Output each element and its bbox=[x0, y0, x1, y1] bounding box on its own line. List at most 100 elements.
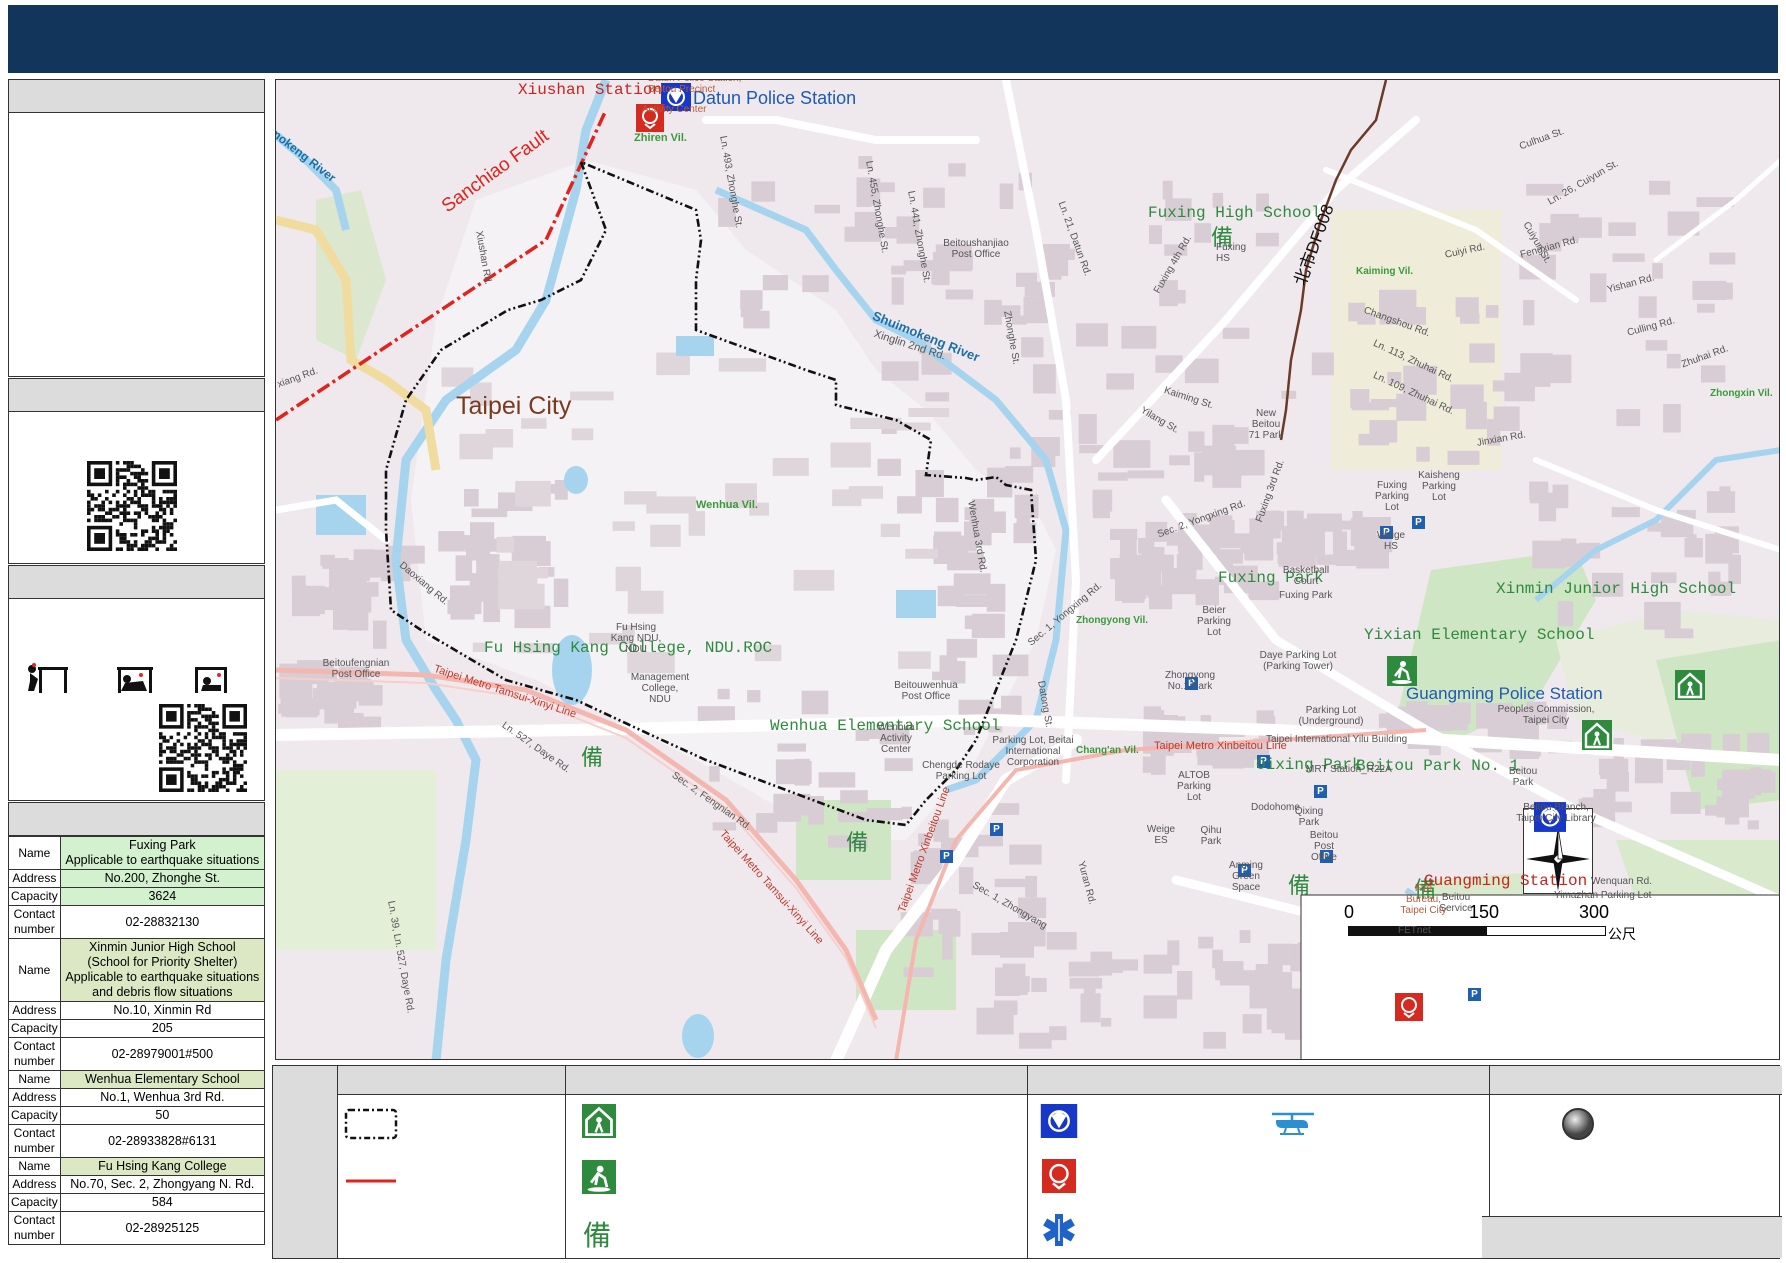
scale-unit: 公尺 bbox=[1608, 926, 1636, 942]
building-shape bbox=[1198, 936, 1214, 949]
management-label: Management College, NDU bbox=[630, 672, 690, 705]
building-shape bbox=[1759, 771, 1776, 793]
beitoufengnian-label: Beitoufengnian Post Office bbox=[322, 658, 390, 680]
building-shape bbox=[1147, 589, 1168, 598]
building-shape bbox=[945, 289, 974, 300]
qixing-label: Qixing Park bbox=[1294, 806, 1324, 828]
building-shape bbox=[1670, 791, 1701, 814]
table-value-cell: No.10, Xinmin Rd bbox=[59, 1001, 266, 1020]
building-shape bbox=[1194, 452, 1205, 482]
building-shape bbox=[485, 429, 514, 448]
qihu-label: Qihu Park bbox=[1200, 825, 1222, 847]
building-shape bbox=[793, 569, 835, 591]
building-shape bbox=[1684, 538, 1703, 558]
building-shape bbox=[1220, 427, 1249, 444]
shelter-icon bbox=[582, 1104, 616, 1138]
table-row: Contact number 02-28925125 bbox=[8, 1211, 266, 1245]
building-shape bbox=[709, 766, 720, 782]
reserve-shelter-icon[interactable]: 備 bbox=[846, 825, 868, 857]
table-row: Capacity 50 bbox=[8, 1106, 266, 1125]
shelter-icon[interactable] bbox=[1675, 670, 1705, 700]
building-shape bbox=[1098, 472, 1128, 481]
building-shape bbox=[934, 265, 950, 286]
reserve-shelter-icon[interactable]: 備 bbox=[1288, 868, 1310, 900]
building-shape bbox=[1100, 1017, 1112, 1027]
building-shape bbox=[1025, 875, 1038, 898]
building-shape bbox=[808, 796, 824, 825]
building-shape bbox=[450, 594, 475, 620]
building-shape bbox=[1529, 488, 1547, 504]
daye-parking-label: Daye Parking Lot (Parking Tower) bbox=[1259, 650, 1337, 672]
building-shape bbox=[780, 761, 812, 784]
police-icon bbox=[1040, 1104, 1078, 1138]
building-shape bbox=[1612, 253, 1645, 262]
building-shape bbox=[1267, 943, 1294, 966]
building-shape bbox=[1705, 805, 1729, 816]
legend-panel: 備 bbox=[272, 1065, 1782, 1259]
fire-station-icon[interactable] bbox=[1395, 993, 1423, 1021]
taipei-city-label: Taipei City bbox=[456, 392, 572, 420]
building-shape bbox=[1644, 601, 1681, 630]
anming-label: Anming Green Space bbox=[1229, 860, 1263, 893]
building-shape bbox=[1701, 365, 1726, 383]
building-shape bbox=[1288, 518, 1324, 544]
building-shape bbox=[762, 275, 789, 291]
fuxing-parking-label: Fuxing Parking Lot bbox=[1375, 480, 1409, 513]
building-shape bbox=[1239, 930, 1251, 943]
building-shape bbox=[1606, 801, 1632, 813]
table-key-cell: Name bbox=[8, 938, 61, 1002]
building-shape bbox=[571, 428, 594, 441]
park-evacuation-icon[interactable] bbox=[1387, 656, 1417, 686]
table-row: Address No.200, Zhonghe St. bbox=[8, 869, 266, 888]
building-shape bbox=[884, 758, 913, 772]
mrt-station-label: MRT Station_R22A bbox=[1306, 764, 1392, 775]
panel-title-bar bbox=[9, 379, 264, 412]
building-shape bbox=[1049, 1026, 1067, 1041]
basketball-label: Basketball Court bbox=[1282, 565, 1330, 587]
building-shape bbox=[1600, 769, 1625, 779]
building-shape bbox=[627, 590, 664, 614]
table-key-cell: Contact number bbox=[8, 1211, 61, 1245]
building-shape bbox=[946, 638, 978, 658]
building-shape bbox=[1485, 305, 1499, 318]
building-shape bbox=[934, 531, 962, 549]
qr-code-icon[interactable] bbox=[87, 461, 177, 551]
building-shape bbox=[948, 163, 966, 177]
qr-code-icon[interactable] bbox=[159, 704, 247, 792]
building-shape bbox=[1126, 569, 1161, 591]
legend-footer-bar bbox=[1482, 1216, 1782, 1258]
building-shape bbox=[880, 523, 901, 537]
table-value-cell: Fuxing Park Applicable to earthquake sit… bbox=[59, 836, 266, 870]
activity-center-label: Activity Center bbox=[642, 104, 707, 115]
scale-bar-white bbox=[1486, 926, 1606, 936]
building-shape bbox=[355, 716, 379, 727]
table-row: Capacity 205 bbox=[8, 1019, 266, 1038]
fuxing-park-small-label: Fuxing Park bbox=[1279, 590, 1333, 601]
table-row: Name Fu Hsing Kang College bbox=[8, 1157, 266, 1176]
weige-es-label: Weige ES bbox=[1146, 824, 1176, 846]
fetnet-label: FETnet bbox=[1398, 925, 1431, 936]
reserve-shelter-icon[interactable]: 備 bbox=[581, 740, 603, 772]
building-shape bbox=[1638, 296, 1657, 318]
info-panel-top bbox=[8, 79, 265, 377]
building-shape bbox=[1416, 446, 1430, 462]
table-value-cell: 02-28832130 bbox=[59, 905, 266, 939]
building-shape bbox=[498, 560, 538, 586]
building-shape bbox=[1611, 507, 1640, 518]
table-row: Name Xinmin Junior High School (School fo… bbox=[8, 938, 266, 1002]
building-shape bbox=[1616, 409, 1641, 427]
building-shape bbox=[496, 536, 514, 553]
building-shape bbox=[1080, 993, 1101, 1023]
table-key-cell: Name bbox=[8, 1157, 61, 1176]
circle-marker-icon bbox=[1562, 1108, 1594, 1140]
building-shape bbox=[897, 496, 922, 514]
legend-col-other bbox=[1482, 1066, 1782, 1258]
building-shape bbox=[1202, 445, 1236, 476]
map-view[interactable]: N 0 150 300 公尺 備 備 備 備 備 P P P P P P P P… bbox=[275, 79, 1780, 1060]
building-shape bbox=[1215, 961, 1244, 981]
building-shape bbox=[646, 496, 697, 514]
datun-police-small-label: Datun Police Station, Beitou Precinct bbox=[648, 80, 741, 95]
building-shape bbox=[898, 651, 931, 669]
building-shape bbox=[483, 599, 501, 622]
fault-line-icon bbox=[346, 1179, 396, 1183]
